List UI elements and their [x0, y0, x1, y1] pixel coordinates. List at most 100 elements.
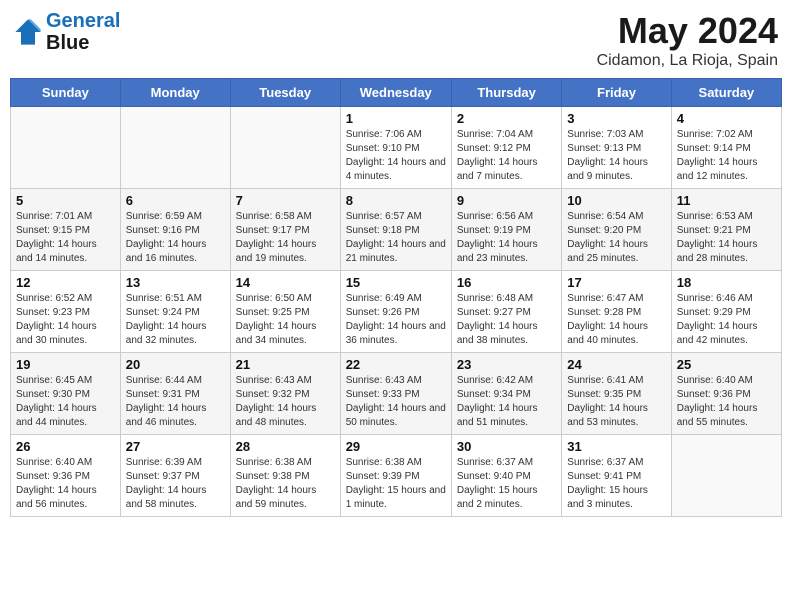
day-info: Sunrise: 7:03 AM Sunset: 9:13 PM Dayligh… [567, 128, 665, 184]
logo-text-line1: General [46, 10, 120, 32]
day-number: 1 [346, 111, 446, 126]
day-info: Sunrise: 6:37 AM Sunset: 9:41 PM Dayligh… [567, 456, 665, 512]
day-info: Sunrise: 6:41 AM Sunset: 9:35 PM Dayligh… [567, 374, 665, 430]
day-info: Sunrise: 6:39 AM Sunset: 9:37 PM Dayligh… [126, 456, 225, 512]
day-number: 19 [16, 357, 115, 372]
day-number: 31 [567, 439, 665, 454]
day-info: Sunrise: 6:59 AM Sunset: 9:16 PM Dayligh… [126, 210, 225, 266]
day-number: 5 [16, 193, 115, 208]
day-number: 3 [567, 111, 665, 126]
day-info: Sunrise: 6:51 AM Sunset: 9:24 PM Dayligh… [126, 292, 225, 348]
calendar-cell: 9 Sunrise: 6:56 AM Sunset: 9:19 PM Daylig… [451, 189, 561, 271]
day-info: Sunrise: 6:56 AM Sunset: 9:19 PM Dayligh… [457, 210, 556, 266]
day-info: Sunrise: 7:02 AM Sunset: 9:14 PM Dayligh… [677, 128, 776, 184]
day-number: 26 [16, 439, 115, 454]
location: Cidamon, La Rioja, Spain [597, 52, 778, 70]
calendar-cell: 25 Sunrise: 6:40 AM Sunset: 9:36 PM Dayli… [671, 353, 781, 435]
day-info: Sunrise: 6:57 AM Sunset: 9:18 PM Dayligh… [346, 210, 446, 266]
day-number: 30 [457, 439, 556, 454]
day-number: 10 [567, 193, 665, 208]
day-info: Sunrise: 6:37 AM Sunset: 9:40 PM Dayligh… [457, 456, 556, 512]
calendar-cell: 5Sunrise: 7:01 AM Sunset: 9:15 PM Daylig… [11, 189, 121, 271]
day-info: Sunrise: 6:49 AM Sunset: 9:26 PM Dayligh… [346, 292, 446, 348]
day-info: Sunrise: 6:58 AM Sunset: 9:17 PM Dayligh… [236, 210, 335, 266]
day-info: Sunrise: 7:06 AM Sunset: 9:10 PM Dayligh… [346, 128, 446, 184]
calendar-cell: 23 Sunrise: 6:42 AM Sunset: 9:34 PM Dayli… [451, 353, 561, 435]
day-number: 4 [677, 111, 776, 126]
weekday-header-thursday: Thursday [451, 79, 561, 107]
weekday-header-tuesday: Tuesday [230, 79, 340, 107]
day-number: 8 [346, 193, 446, 208]
calendar-cell: 20 Sunrise: 6:44 AM Sunset: 9:31 PM Dayli… [120, 353, 230, 435]
day-info: Sunrise: 6:42 AM Sunset: 9:34 PM Dayligh… [457, 374, 556, 430]
weekday-header-row: SundayMondayTuesdayWednesdayThursdayFrid… [11, 79, 782, 107]
day-info: Sunrise: 6:54 AM Sunset: 9:20 PM Dayligh… [567, 210, 665, 266]
calendar-cell: 24 Sunrise: 6:41 AM Sunset: 9:35 PM Dayli… [562, 353, 671, 435]
calendar-week-row: 26 Sunrise: 6:40 AM Sunset: 9:36 PM Dayli… [11, 435, 782, 517]
day-number: 23 [457, 357, 556, 372]
calendar-cell: 3 Sunrise: 7:03 AM Sunset: 9:13 PM Daylig… [562, 107, 671, 189]
day-number: 18 [677, 275, 776, 290]
day-number: 15 [346, 275, 446, 290]
day-number: 7 [236, 193, 335, 208]
calendar-cell: 21 Sunrise: 6:43 AM Sunset: 9:32 PM Dayli… [230, 353, 340, 435]
page-header: General Blue May 2024 Cidamon, La Rioja,… [10, 10, 782, 70]
day-info: Sunrise: 6:47 AM Sunset: 9:28 PM Dayligh… [567, 292, 665, 348]
calendar-cell: 17 Sunrise: 6:47 AM Sunset: 9:28 PM Dayli… [562, 271, 671, 353]
calendar-cell: 10 Sunrise: 6:54 AM Sunset: 9:20 PM Dayli… [562, 189, 671, 271]
calendar-cell: 7 Sunrise: 6:58 AM Sunset: 9:17 PM Daylig… [230, 189, 340, 271]
day-number: 2 [457, 111, 556, 126]
day-info: Sunrise: 6:38 AM Sunset: 9:38 PM Dayligh… [236, 456, 335, 512]
calendar-cell: 14Sunrise: 6:50 AM Sunset: 9:25 PM Dayli… [230, 271, 340, 353]
calendar-cell: 13 Sunrise: 6:51 AM Sunset: 9:24 PM Dayli… [120, 271, 230, 353]
weekday-header-sunday: Sunday [11, 79, 121, 107]
day-number: 21 [236, 357, 335, 372]
day-info: Sunrise: 7:04 AM Sunset: 9:12 PM Dayligh… [457, 128, 556, 184]
day-number: 16 [457, 275, 556, 290]
day-number: 6 [126, 193, 225, 208]
title-block: May 2024 Cidamon, La Rioja, Spain [597, 10, 778, 70]
calendar-cell [230, 107, 340, 189]
weekday-header-friday: Friday [562, 79, 671, 107]
day-number: 14 [236, 275, 335, 290]
day-number: 17 [567, 275, 665, 290]
calendar-cell: 27Sunrise: 6:39 AM Sunset: 9:37 PM Dayli… [120, 435, 230, 517]
day-number: 24 [567, 357, 665, 372]
calendar-cell: 15 Sunrise: 6:49 AM Sunset: 9:26 PM Dayli… [340, 271, 451, 353]
calendar-week-row: 5Sunrise: 7:01 AM Sunset: 9:15 PM Daylig… [11, 189, 782, 271]
calendar-cell: 1 Sunrise: 7:06 AM Sunset: 9:10 PM Daylig… [340, 107, 451, 189]
day-number: 9 [457, 193, 556, 208]
day-number: 28 [236, 439, 335, 454]
calendar-cell: 26 Sunrise: 6:40 AM Sunset: 9:36 PM Dayli… [11, 435, 121, 517]
calendar-cell: 16Sunrise: 6:48 AM Sunset: 9:27 PM Dayli… [451, 271, 561, 353]
calendar-cell [11, 107, 121, 189]
calendar-cell: 12Sunrise: 6:52 AM Sunset: 9:23 PM Dayli… [11, 271, 121, 353]
day-info: Sunrise: 6:45 AM Sunset: 9:30 PM Dayligh… [16, 374, 115, 430]
logo: General Blue [14, 10, 120, 54]
calendar-table: SundayMondayTuesdayWednesdayThursdayFrid… [10, 78, 782, 517]
calendar-cell: 8 Sunrise: 6:57 AM Sunset: 9:18 PM Daylig… [340, 189, 451, 271]
calendar-cell: 19 Sunrise: 6:45 AM Sunset: 9:30 PM Dayli… [11, 353, 121, 435]
day-info: Sunrise: 6:43 AM Sunset: 9:33 PM Dayligh… [346, 374, 446, 430]
calendar-cell: 29 Sunrise: 6:38 AM Sunset: 9:39 PM Dayli… [340, 435, 451, 517]
day-info: Sunrise: 6:38 AM Sunset: 9:39 PM Dayligh… [346, 456, 446, 512]
calendar-week-row: 1 Sunrise: 7:06 AM Sunset: 9:10 PM Daylig… [11, 107, 782, 189]
day-number: 20 [126, 357, 225, 372]
day-info: Sunrise: 6:40 AM Sunset: 9:36 PM Dayligh… [677, 374, 776, 430]
day-number: 13 [126, 275, 225, 290]
day-info: Sunrise: 6:40 AM Sunset: 9:36 PM Dayligh… [16, 456, 115, 512]
calendar-week-row: 19 Sunrise: 6:45 AM Sunset: 9:30 PM Dayli… [11, 353, 782, 435]
calendar-cell: 28 Sunrise: 6:38 AM Sunset: 9:38 PM Dayli… [230, 435, 340, 517]
day-number: 22 [346, 357, 446, 372]
day-number: 29 [346, 439, 446, 454]
calendar-cell [671, 435, 781, 517]
day-info: Sunrise: 6:44 AM Sunset: 9:31 PM Dayligh… [126, 374, 225, 430]
weekday-header-wednesday: Wednesday [340, 79, 451, 107]
day-info: Sunrise: 6:53 AM Sunset: 9:21 PM Dayligh… [677, 210, 776, 266]
day-number: 25 [677, 357, 776, 372]
weekday-header-monday: Monday [120, 79, 230, 107]
day-info: Sunrise: 6:43 AM Sunset: 9:32 PM Dayligh… [236, 374, 335, 430]
day-number: 12 [16, 275, 115, 290]
logo-icon [14, 18, 42, 46]
calendar-cell: 11Sunrise: 6:53 AM Sunset: 9:21 PM Dayli… [671, 189, 781, 271]
